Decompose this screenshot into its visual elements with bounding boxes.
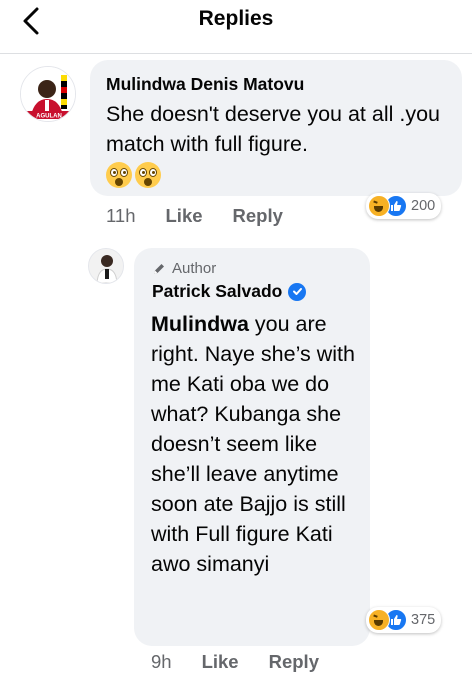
reply-author-name[interactable]: Patrick Salvado: [152, 281, 282, 302]
reply-reactions[interactable]: 375: [366, 607, 442, 633]
comment-text: She doesn't deserve you at all .you matc…: [106, 102, 440, 156]
astonished-face-emoji: [135, 162, 161, 188]
haha-reaction-icon: [368, 609, 390, 631]
reply-author-row: Patrick Salvado: [152, 281, 307, 302]
reply-timestamp[interactable]: 9h: [151, 651, 172, 673]
reply-actions: 9h Like Reply: [151, 651, 319, 673]
verified-badge-icon: [288, 282, 307, 301]
top-bar: Replies: [0, 0, 472, 54]
comment-actions: 11h Like Reply: [106, 205, 283, 227]
comment-timestamp[interactable]: 11h: [106, 205, 136, 227]
mention-link[interactable]: Mulindwa: [151, 312, 249, 336]
like-button[interactable]: Like: [202, 651, 239, 673]
reply-button[interactable]: Reply: [269, 651, 319, 673]
reply-button[interactable]: Reply: [233, 205, 283, 227]
comment-emojis: [106, 162, 161, 188]
reply-text: Mulindwa you are right. Naye she’s with …: [151, 309, 363, 579]
svg-text:AGULAN: AGULAN: [36, 114, 62, 120]
replier-avatar[interactable]: [88, 248, 124, 284]
pencil-icon: [154, 263, 164, 274]
reaction-count: 375: [411, 612, 436, 628]
reaction-count: 200: [411, 198, 436, 214]
page-title: Replies: [198, 7, 274, 30]
author-badge: Author: [152, 260, 216, 277]
commenter-avatar[interactable]: AGULAN: [20, 66, 76, 122]
astonished-face-emoji: [106, 162, 132, 188]
comment-author-name[interactable]: Mulindwa Denis Matovu: [106, 74, 304, 95]
haha-reaction-icon: [368, 195, 390, 217]
author-badge-label: Author: [172, 260, 217, 277]
profile-picture: AGULAN: [21, 67, 75, 121]
comment-reactions[interactable]: 200: [366, 193, 442, 219]
profile-picture: [89, 249, 123, 283]
reply-text-body: you are right. Naye she’s with me Kati o…: [151, 312, 355, 576]
like-button[interactable]: Like: [166, 205, 203, 227]
